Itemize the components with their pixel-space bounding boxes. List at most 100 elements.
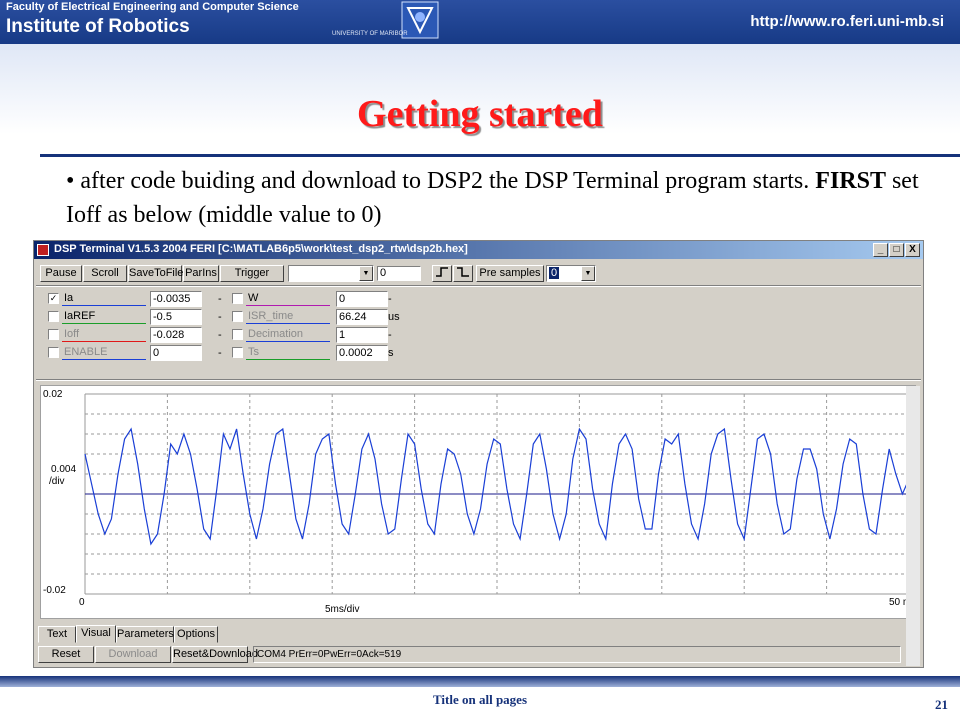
signal-unit: -: [218, 311, 222, 323]
x-axis-div-label: 5ms/div: [325, 604, 360, 615]
signal-value-field[interactable]: 1: [336, 327, 388, 343]
maximize-button[interactable]: □: [889, 243, 904, 257]
pre-samples-select[interactable]: 0 ▼: [546, 265, 596, 282]
signal-color-line: [62, 359, 146, 360]
signal-row-ts: Ts 0.0002 s: [232, 345, 404, 362]
tab-parameters[interactable]: Parameters: [116, 626, 174, 643]
signal-color-line: [246, 323, 330, 324]
signal-color-line: [246, 305, 330, 306]
falling-edge-button[interactable]: [453, 265, 473, 282]
signal-name: Ia: [64, 292, 74, 304]
bullet-text-pre: • after code buiding and download to DSP…: [66, 168, 816, 194]
signal-checkbox[interactable]: ✓: [48, 293, 59, 304]
signal-row-enable: ENABLE 0 -: [48, 345, 234, 362]
rising-edge-icon: [436, 267, 448, 277]
reset-button[interactable]: Reset: [38, 646, 94, 663]
chevron-down-icon[interactable]: ▼: [581, 266, 595, 281]
signal-row-ia: ✓ Ia -0.0035 -: [48, 291, 234, 308]
signal-color-line: [62, 305, 146, 306]
signals-separator: [36, 379, 921, 381]
signal-name: Ts: [248, 346, 259, 358]
page-number: 21: [935, 697, 948, 712]
signal-checkbox[interactable]: [232, 311, 243, 322]
signal-unit: -: [218, 293, 222, 305]
signal-value-field[interactable]: 0: [336, 291, 388, 307]
signal-unit: -: [218, 329, 222, 341]
signal-value-field[interactable]: 66.24: [336, 309, 388, 325]
signal-checkbox[interactable]: [48, 329, 59, 340]
parins-button[interactable]: ParIns: [183, 265, 219, 282]
signal-color-line: [246, 341, 330, 342]
y-axis-div-unit: /div: [49, 476, 65, 487]
plot-canvas: [84, 393, 910, 595]
signal-row-w: W 0-: [232, 291, 404, 308]
signal-checkbox[interactable]: [232, 329, 243, 340]
signal-name: Ioff: [64, 328, 80, 340]
chevron-down-icon[interactable]: ▼: [359, 266, 373, 281]
slide-bullet: • after code buiding and download to DSP…: [66, 164, 926, 232]
status-bar: COM4 PrErr=0PwErr=0Ack=519: [253, 646, 901, 663]
signal-color-line: [246, 359, 330, 360]
signal-value-field[interactable]: -0.0035: [150, 291, 202, 307]
falling-edge-icon: [457, 267, 469, 277]
signal-checkbox[interactable]: [232, 347, 243, 358]
signal-name: Decimation: [248, 328, 304, 340]
signal-unit: -: [388, 293, 392, 305]
bullet-text-bold: FIRST: [815, 168, 886, 194]
vertical-scrollbar[interactable]: [906, 386, 920, 666]
toolbar-separator: [36, 285, 921, 287]
university-label: UNIVERSITY OF MARIBOR: [332, 31, 408, 37]
tab-visual[interactable]: Visual: [76, 625, 116, 643]
footer-title: Title on all pages: [432, 692, 528, 707]
pre-samples-value: 0: [549, 267, 560, 279]
y-axis-top-label: 0.02: [43, 389, 63, 400]
signal-unit: s: [388, 347, 394, 359]
signal-value-field[interactable]: 0: [150, 345, 202, 361]
institute-name: Institute of Robotics: [6, 16, 190, 37]
slide-header-banner: Faculty of Electrical Engineering and Co…: [0, 0, 960, 44]
trigger-source-select[interactable]: ▼: [288, 265, 374, 282]
save-to-file-button[interactable]: SaveToFile: [128, 265, 183, 282]
institute-url: http://www.ro.feri.uni-mb.si: [750, 13, 944, 30]
signal-name: ENABLE: [64, 346, 108, 358]
dsp-terminal-window: DSP Terminal V1.5.3 2004 FERI [C:\MATLAB…: [33, 240, 924, 668]
signal-value-field[interactable]: -0.028: [150, 327, 202, 343]
signal-name: W: [248, 292, 259, 304]
pause-button[interactable]: Pause: [40, 265, 82, 282]
trigger-button[interactable]: Trigger: [220, 265, 284, 282]
faculty-name: Faculty of Electrical Engineering and Co…: [6, 1, 299, 13]
signal-unit: -: [218, 347, 222, 359]
signal-value-field[interactable]: 0.0002: [336, 345, 388, 361]
app-icon: [37, 244, 49, 256]
signal-unit: -: [388, 329, 392, 341]
scroll-button[interactable]: Scroll: [83, 265, 127, 282]
trigger-level-input[interactable]: 0: [377, 266, 421, 281]
signal-checkbox[interactable]: [232, 293, 243, 304]
signal-color-line: [62, 323, 146, 324]
signal-row-decimation: Decimation 1-: [232, 327, 404, 344]
y-axis-div-value: 0.004: [51, 464, 77, 475]
signal-name: ISR_time: [248, 310, 294, 322]
reset-and-download-button[interactable]: Reset&Download: [172, 646, 258, 663]
window-title: DSP Terminal V1.5.3 2004 FERI [C:\MATLAB…: [54, 243, 468, 255]
signal-unit: us: [388, 311, 400, 323]
title-divider: [40, 154, 960, 157]
tab-text[interactable]: Text: [38, 626, 76, 643]
window-titlebar[interactable]: DSP Terminal V1.5.3 2004 FERI [C:\MATLAB…: [34, 241, 923, 259]
download-button[interactable]: Download: [95, 646, 171, 663]
signal-row-ioff: Ioff -0.028 -: [48, 327, 234, 344]
slide-title: Getting started: [357, 93, 603, 135]
signal-checkbox[interactable]: [48, 347, 59, 358]
signal-value-field[interactable]: -0.5: [150, 309, 202, 325]
signal-row-iaref: IaREF -0.5 -: [48, 309, 234, 326]
signal-color-line: [62, 341, 146, 342]
oscilloscope-plot[interactable]: 0.02 0.004 /div -0.02 0 5ms/div 50 ms: [40, 385, 916, 619]
close-button[interactable]: X: [905, 243, 920, 257]
minimize-button[interactable]: _: [873, 243, 888, 257]
rising-edge-button[interactable]: [432, 265, 452, 282]
pre-samples-button[interactable]: Pre samples: [476, 265, 544, 282]
signal-name: IaREF: [64, 310, 96, 322]
tab-options[interactable]: Options: [174, 626, 218, 643]
signal-row-isr-time: ISR_time 66.24 us: [232, 309, 404, 326]
signal-checkbox[interactable]: [48, 311, 59, 322]
